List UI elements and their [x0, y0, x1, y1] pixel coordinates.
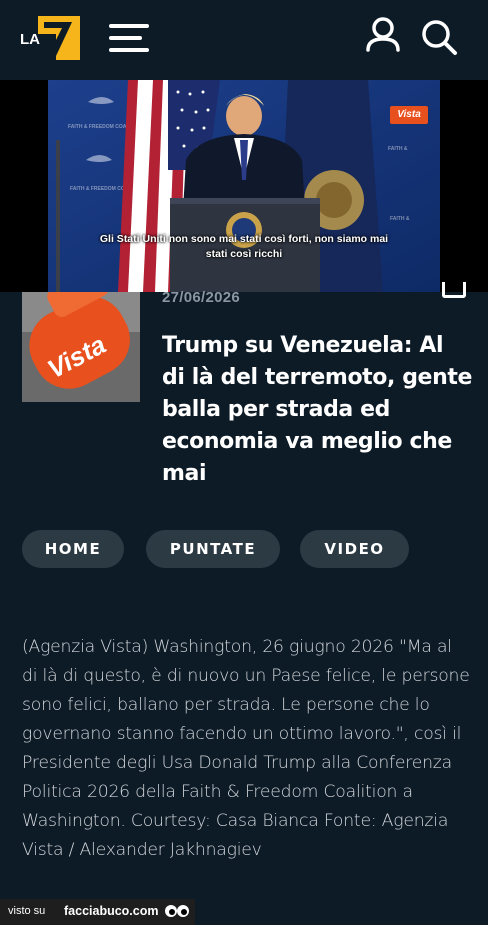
la7-logo[interactable]: LA — [20, 14, 80, 62]
video-frame: FAITH & FREEDOM COALITION FAITH & FREEDO… — [48, 80, 440, 292]
svg-text:FAITH &: FAITH & — [390, 216, 410, 222]
watermark-bar: visto su facciabuco.com — [0, 899, 195, 925]
vista-badge: Vista — [390, 106, 428, 124]
article-title: Trump su Venezuela: Al di là del terremo… — [162, 333, 472, 486]
watermark-prefix: visto su — [8, 905, 46, 917]
hamburger-menu-icon[interactable] — [109, 22, 149, 54]
watermark-site: facciabuco.com — [64, 904, 159, 918]
search-icon[interactable] — [420, 18, 458, 56]
user-icon[interactable] — [364, 16, 402, 54]
top-bar: LA — [0, 0, 488, 80]
eyes-icon — [165, 905, 189, 917]
article-date: 27/06/2026 — [162, 289, 241, 306]
subtitle-line-1: Gli Stati Uniti non sono mai stati così … — [99, 233, 389, 245]
nav-pill-home[interactable]: HOME — [22, 530, 124, 568]
article-body: (Agenzia Vista) Washington, 26 giugno 20… — [22, 637, 470, 860]
nav-pill-video[interactable]: VIDEO — [300, 530, 409, 568]
subtitle-line-2: stati così ricchi — [205, 248, 283, 260]
svg-text:FAITH &: FAITH & — [388, 146, 408, 152]
fullscreen-icon[interactable] — [442, 282, 466, 298]
article-thumbnail[interactable]: Vista — [22, 292, 140, 402]
svg-text:LA: LA — [20, 31, 40, 48]
video-player[interactable]: FAITH & FREEDOM COALITION FAITH & FREEDO… — [0, 80, 488, 292]
nav-pill-puntate[interactable]: PUNTATE — [146, 530, 280, 568]
video-subtitle: Gli Stati Uniti non sono mai stati così … — [48, 232, 440, 262]
